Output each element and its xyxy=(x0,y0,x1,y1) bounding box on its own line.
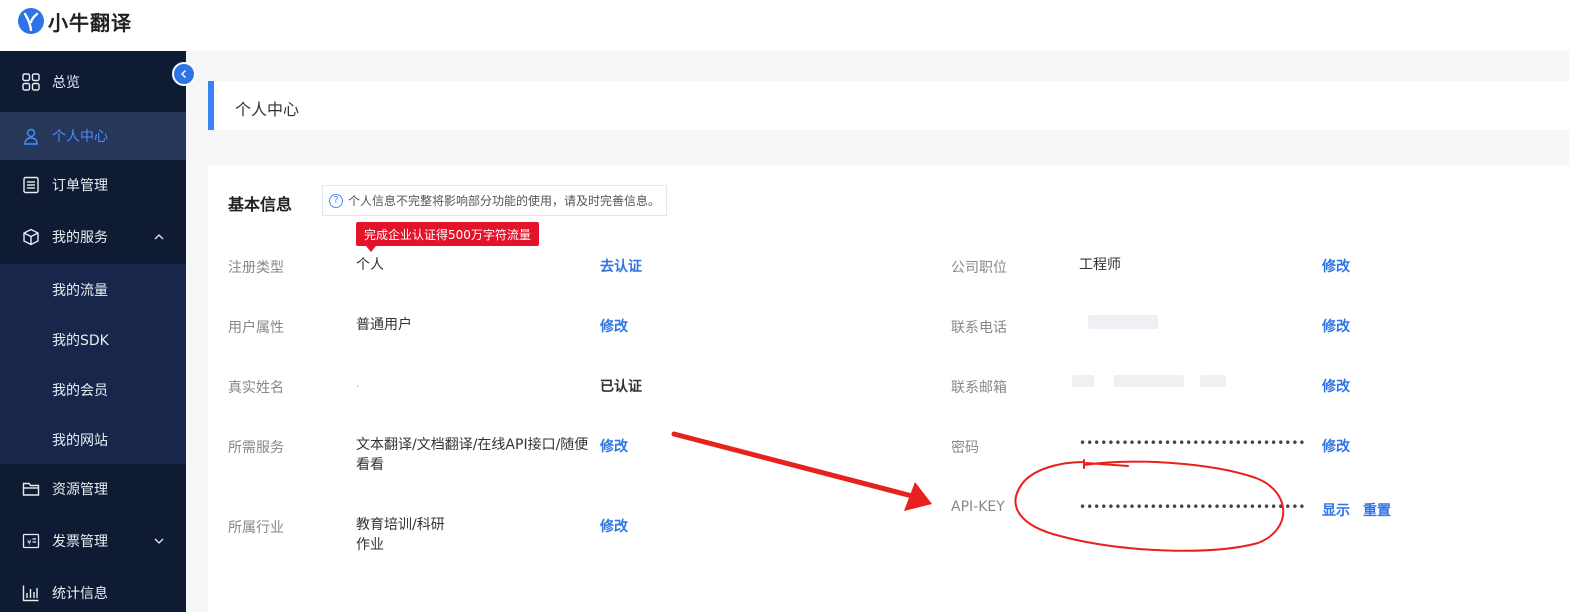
chart-icon xyxy=(22,584,40,602)
invoice-icon: ¥ xyxy=(22,532,40,550)
sidebar-item-statistics[interactable]: 统计信息 xyxy=(0,568,186,612)
reset-api-key-link[interactable]: 重置 xyxy=(1363,500,1391,520)
edit-link[interactable]: 修改 xyxy=(1322,316,1350,336)
promo-text: 完成企业认证得500万字符流量 xyxy=(364,227,531,242)
redacted-email xyxy=(1072,375,1094,387)
edit-link[interactable]: 修改 xyxy=(600,316,628,336)
page-title: 个人中心 xyxy=(235,100,300,119)
sidebar-item-overview[interactable]: 总览 xyxy=(0,58,186,106)
sidebar-item-label: 发票管理 xyxy=(52,534,108,550)
sidebar-item-orders[interactable]: 订单管理 xyxy=(0,160,186,210)
sidebar: 总览 个人中心 订单管理 我的服务 我的流量 我的SDK 我的会员 我的网站 资… xyxy=(0,51,186,612)
section-title: 基本信息 xyxy=(228,195,293,214)
field-label: 真实姓名 xyxy=(228,380,284,396)
info-notice: ? 个人信息不完整将影响部分功能的使用，请及时完善信息。 xyxy=(322,185,667,216)
edit-link[interactable]: 修改 xyxy=(600,436,628,456)
submenu-item-traffic[interactable]: 我的流量 xyxy=(52,280,108,300)
grid-icon xyxy=(22,73,40,91)
field-label: 公司职位 xyxy=(951,260,1007,276)
logo-icon xyxy=(18,8,44,34)
sidebar-item-label: 资源管理 xyxy=(52,482,108,498)
field-value: 个人 xyxy=(356,257,384,273)
redacted-email xyxy=(1114,375,1184,387)
field-label: 所属行业 xyxy=(228,520,284,536)
sidebar-item-profile[interactable]: 个人中心 xyxy=(0,112,186,160)
page-header: 个人中心 xyxy=(208,81,1569,130)
edit-link[interactable]: 修改 xyxy=(600,516,628,536)
field-label: 密码 xyxy=(951,440,979,456)
folder-icon xyxy=(22,480,40,498)
field-value: 文本翻译/文档翻译/在线API接口/随便看看 xyxy=(356,437,589,473)
title-accent-bar xyxy=(208,81,214,130)
sidebar-item-resources[interactable]: 资源管理 xyxy=(0,464,186,514)
field-label: 注册类型 xyxy=(228,260,284,276)
verified-status: 已认证 xyxy=(600,379,642,395)
sidebar-item-services[interactable]: 我的服务 xyxy=(0,212,186,262)
field-value: 普通用户 xyxy=(356,317,412,333)
redacted-email xyxy=(1200,375,1226,387)
sidebar-item-label: 订单管理 xyxy=(52,178,108,194)
field-label: 联系电话 xyxy=(951,320,1007,336)
sidebar-item-label: 我的服务 xyxy=(52,230,108,246)
field-label: API-KEY xyxy=(951,499,1005,515)
edit-link[interactable]: 修改 xyxy=(1322,376,1350,396)
field-label: 用户属性 xyxy=(228,320,284,336)
user-icon xyxy=(22,127,40,145)
field-value: 教育培训/科研作业 xyxy=(356,517,445,553)
brand-name: 小牛翻译 xyxy=(48,10,132,35)
chevron-down-icon xyxy=(152,534,166,548)
list-icon xyxy=(22,176,40,194)
submenu-item-sdk[interactable]: 我的SDK xyxy=(52,330,109,350)
sidebar-item-label: 个人中心 xyxy=(52,129,108,145)
field-value: . xyxy=(356,379,360,390)
sidebar-item-label: 总览 xyxy=(52,75,80,91)
question-icon: ? xyxy=(329,193,343,208)
box-icon xyxy=(22,228,40,246)
field-value: 工程师 xyxy=(1079,257,1121,273)
sidebar-item-label: 统计信息 xyxy=(52,586,108,602)
brand-logo[interactable]: 小牛翻译 xyxy=(18,8,132,35)
sidebar-item-invoices[interactable]: ¥ 发票管理 xyxy=(0,516,186,566)
api-key-value: •••••••••••••••••••••••••••••••• xyxy=(1079,500,1306,514)
field-label: 联系邮箱 xyxy=(951,380,1007,396)
chevron-left-icon xyxy=(181,70,186,78)
top-header: 小牛翻译 xyxy=(0,0,1569,51)
show-api-key-link[interactable]: 显示 xyxy=(1322,500,1350,520)
verify-link[interactable]: 去认证 xyxy=(600,256,642,276)
submenu-item-website[interactable]: 我的网站 xyxy=(52,430,108,450)
edit-link[interactable]: 修改 xyxy=(1322,256,1350,276)
sidebar-collapse-button[interactable] xyxy=(172,62,196,86)
chevron-up-icon xyxy=(152,230,166,244)
promo-tooltip[interactable]: 完成企业认证得500万字符流量 xyxy=(356,222,539,252)
notice-text: 个人信息不完整将影响部分功能的使用，请及时完善信息。 xyxy=(348,194,661,208)
svg-text:¥: ¥ xyxy=(27,539,32,547)
submenu-item-membership[interactable]: 我的会员 xyxy=(52,380,108,400)
redacted-phone xyxy=(1088,315,1158,329)
basic-info-card: 基本信息 ? 个人信息不完整将影响部分功能的使用，请及时完善信息。 完成企业认证… xyxy=(208,165,1569,612)
edit-password-link[interactable]: 修改 xyxy=(1322,436,1350,456)
field-label: 所需服务 xyxy=(228,440,284,456)
password-value: •••••••••••••••••••••••••••••••• xyxy=(1079,436,1306,450)
